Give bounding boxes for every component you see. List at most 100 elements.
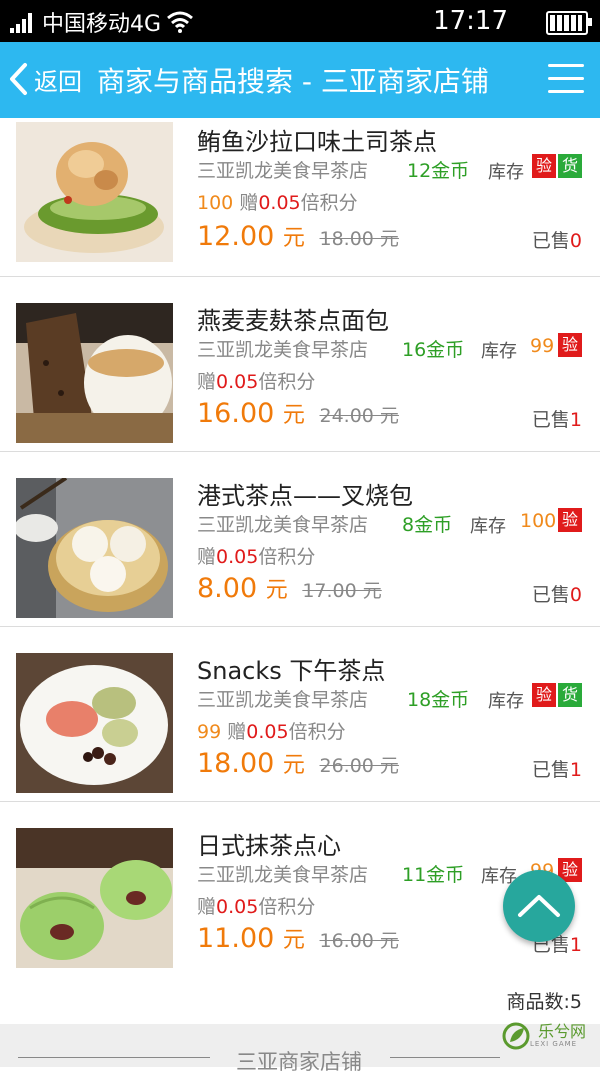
leaf-logo-icon bbox=[502, 1022, 530, 1050]
points-suffix: 倍积分 bbox=[300, 192, 358, 214]
price-unit: 元 bbox=[282, 928, 305, 953]
sold-number: 1 bbox=[569, 934, 582, 956]
divider-line-right bbox=[390, 1057, 500, 1058]
verified-badge: 验 bbox=[532, 154, 556, 178]
sold-number: 1 bbox=[569, 759, 582, 781]
points-suffix: 倍积分 bbox=[258, 371, 316, 393]
goods-badge: 货 bbox=[558, 154, 582, 178]
verified-badge: 验 bbox=[558, 508, 582, 532]
product-count-label: 商品数: bbox=[506, 991, 570, 1013]
price-unit: 元 bbox=[282, 226, 305, 251]
stock-label: 库存 bbox=[488, 691, 524, 712]
stock-label: 库存 bbox=[488, 162, 524, 183]
coin-reward: 16金币 bbox=[402, 339, 465, 361]
coin-reward: 12金币 bbox=[407, 160, 470, 182]
stock-label: 库存 bbox=[481, 341, 517, 362]
verified-badge: 验 bbox=[558, 333, 582, 357]
watermark-text: 乐兮网 bbox=[538, 1022, 587, 1041]
sold-count: 已售0 bbox=[532, 580, 582, 607]
sold-label: 已售 bbox=[531, 584, 570, 606]
sold-count: 已售0 bbox=[532, 226, 582, 253]
sold-number: 0 bbox=[569, 230, 582, 252]
points-info: 赠0.05倍积分 bbox=[197, 892, 315, 919]
points-info: 100 赠0.05倍积分 bbox=[197, 188, 358, 215]
original-price: 17.00 元 bbox=[302, 580, 382, 602]
price-unit: 元 bbox=[282, 753, 305, 778]
original-price: 24.00 元 bbox=[319, 405, 399, 427]
product-count-value: 5 bbox=[569, 991, 582, 1013]
divider-line-left bbox=[18, 1057, 210, 1058]
page-title: 商家与商品搜索 - 三亚商家店铺 bbox=[97, 65, 489, 98]
status-bar: 中国移动4G 17:17 bbox=[0, 0, 600, 42]
product-image-bbq-pork-bun bbox=[16, 478, 173, 618]
price: 16.00 元 24.00 元 bbox=[197, 397, 399, 429]
product-image-afternoon-snacks bbox=[16, 653, 173, 793]
product-title: 鲔鱼沙拉口味土司茶点 bbox=[197, 128, 437, 156]
stock-label: 库存 bbox=[470, 516, 506, 537]
shop-name: 三亚凯龙美食早茶店 bbox=[197, 339, 369, 361]
wifi-icon bbox=[167, 11, 194, 33]
points-suffix: 倍积分 bbox=[288, 721, 346, 743]
product-item[interactable]: 港式茶点——叉烧包 三亚凯龙美食早茶店 8金币 库存 100 验 赠0.05倍积… bbox=[0, 452, 600, 627]
product-image-matcha-dessert bbox=[16, 828, 173, 968]
shop-name: 三亚凯龙美食早茶店 bbox=[197, 864, 369, 886]
product-image-tuna-toast bbox=[16, 122, 173, 262]
current-price: 8.00 bbox=[197, 573, 258, 604]
price: 12.00 元 18.00 元 bbox=[197, 220, 399, 252]
product-item[interactable]: 鲔鱼沙拉口味土司茶点 三亚凯龙美食早茶店 12金币 库存 验 货 100 赠0.… bbox=[0, 118, 600, 277]
original-price: 18.00 元 bbox=[319, 228, 399, 250]
status-left: 中国移动4G bbox=[10, 6, 194, 38]
current-price: 12.00 bbox=[197, 221, 275, 252]
original-price: 16.00 元 bbox=[319, 930, 399, 952]
points-info: 赠0.05倍积分 bbox=[197, 542, 315, 569]
shop-name: 三亚凯龙美食早茶店 bbox=[197, 514, 369, 536]
current-price: 18.00 bbox=[197, 748, 275, 779]
menu-icon[interactable] bbox=[548, 64, 584, 94]
back-button[interactable]: 返回 bbox=[8, 56, 82, 102]
gift-label: 赠 bbox=[239, 192, 259, 214]
coin-reward: 8金币 bbox=[402, 514, 453, 536]
original-price: 26.00 元 bbox=[319, 755, 399, 777]
chevron-left-icon bbox=[10, 63, 27, 95]
sold-count: 已售1 bbox=[532, 755, 582, 782]
coin-reward: 18金币 bbox=[407, 689, 470, 711]
watermark-logo: 乐兮网 LEXI GAME bbox=[502, 1022, 586, 1050]
sold-number: 1 bbox=[569, 409, 582, 431]
section-title: 三亚商家店铺 bbox=[236, 1050, 362, 1074]
points-value: 0.05 bbox=[216, 546, 259, 568]
carrier-label: 中国移动4G bbox=[42, 12, 162, 37]
points-value: 0.05 bbox=[216, 371, 259, 393]
product-item[interactable]: Snacks 下午茶点 三亚凯龙美食早茶店 18金币 库存 验 货 99 赠0.… bbox=[0, 627, 600, 802]
back-to-top-button[interactable] bbox=[503, 870, 575, 942]
gift-label: 赠 bbox=[197, 546, 217, 568]
stock-value: 100 bbox=[197, 192, 234, 214]
points-info: 99 赠0.05倍积分 bbox=[197, 717, 346, 744]
price: 11.00 元 16.00 元 bbox=[197, 922, 399, 954]
stock-value: 99 bbox=[530, 335, 555, 357]
points-value: 0.05 bbox=[258, 192, 301, 214]
shop-name: 三亚凯龙美食早茶店 bbox=[197, 160, 369, 182]
price-unit: 元 bbox=[282, 403, 305, 428]
points-suffix: 倍积分 bbox=[258, 896, 316, 918]
signal-icon bbox=[10, 11, 34, 33]
product-image-oat-bread bbox=[16, 303, 173, 443]
product-title: 燕麦麦麸茶点面包 bbox=[197, 307, 389, 335]
sold-label: 已售 bbox=[531, 230, 570, 252]
product-title: 港式茶点——叉烧包 bbox=[197, 482, 413, 510]
product-item[interactable]: 燕麦麦麸茶点面包 三亚凯龙美食早茶店 16金币 库存 99 验 赠0.05倍积分… bbox=[0, 277, 600, 452]
price-unit: 元 bbox=[265, 578, 288, 603]
clock: 17:17 bbox=[433, 6, 508, 36]
nav-bar: 返回 商家与商品搜索 - 三亚商家店铺 bbox=[0, 42, 600, 118]
gift-label: 赠 bbox=[227, 721, 247, 743]
goods-badge: 货 bbox=[558, 683, 582, 707]
gift-label: 赠 bbox=[197, 896, 217, 918]
gift-label: 赠 bbox=[197, 371, 217, 393]
points-value: 0.05 bbox=[246, 721, 289, 743]
product-title: 日式抹茶点心 bbox=[197, 832, 341, 860]
coin-reward: 11金币 bbox=[402, 864, 465, 886]
stock-value: 99 bbox=[197, 721, 222, 743]
sold-label: 已售 bbox=[531, 409, 570, 431]
shop-name: 三亚凯龙美食早茶店 bbox=[197, 689, 369, 711]
points-value: 0.05 bbox=[216, 896, 259, 918]
sold-label: 已售 bbox=[531, 759, 570, 781]
